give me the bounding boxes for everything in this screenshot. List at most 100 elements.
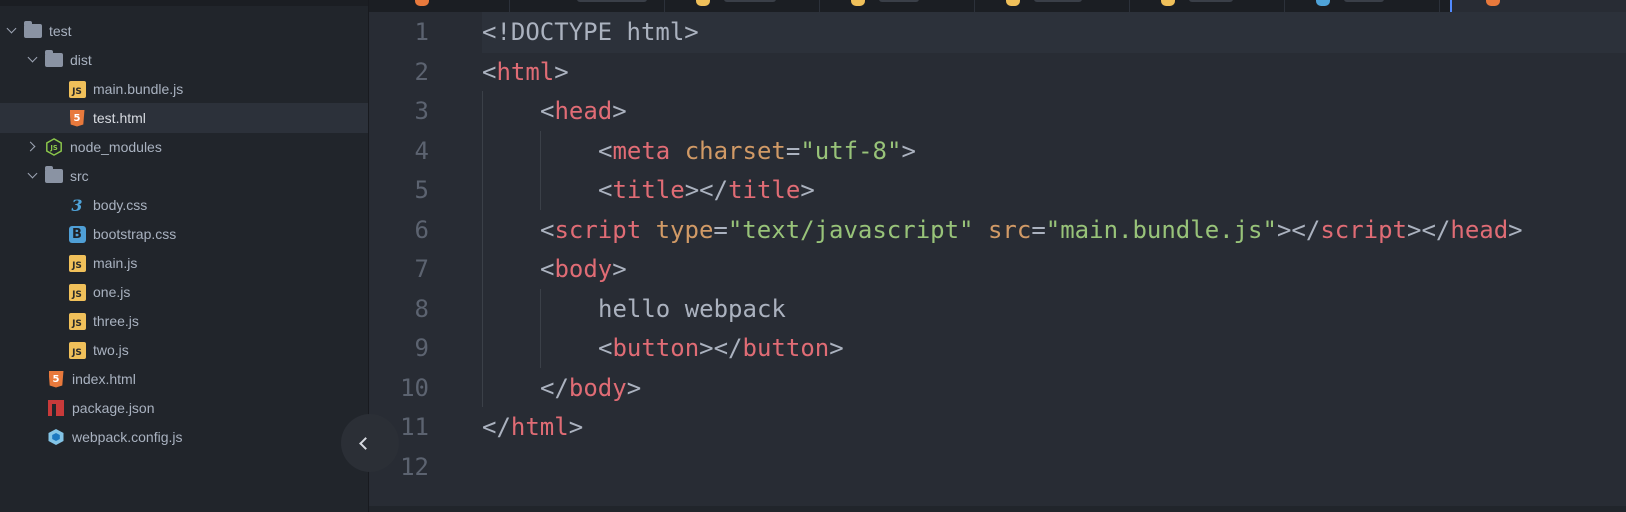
tree-item-label: index.html: [72, 371, 136, 387]
code-token-tag: script: [554, 215, 642, 244]
code-token-str: "main.bundle.js": [1045, 215, 1277, 244]
tree-file-bootstrap-css[interactable]: Bbootstrap.css: [0, 219, 368, 249]
tree-file-body-css[interactable]: 3 body.css: [0, 190, 368, 220]
code-token-str: "text/javascript": [727, 215, 974, 244]
tree-item-label: webpack.config.js: [72, 429, 183, 445]
html5-file-icon: 5: [47, 370, 65, 388]
code-token-punc: [974, 216, 988, 244]
tree-folder-test[interactable]: test: [0, 16, 368, 46]
tree-file-package-json[interactable]: package.json: [0, 393, 368, 423]
code-line[interactable]: <head>: [482, 91, 1626, 132]
chevron-right-icon[interactable]: [25, 140, 39, 154]
code-token-punc: </: [540, 373, 569, 402]
code-token-punc: <: [598, 176, 613, 204]
tree-folder-node-modules[interactable]: JS node_modules: [0, 132, 368, 162]
bootstrap-file-icon: B: [68, 225, 86, 243]
code-line[interactable]: <button></button>: [482, 328, 1626, 369]
tree-file-main-bundle-js[interactable]: JS main.bundle.js: [0, 74, 368, 104]
code-line[interactable]: <!DOCTYPE html>: [482, 12, 1626, 53]
line-number: 3: [414, 97, 429, 125]
folder-icon: [45, 50, 63, 69]
editor-tab[interactable]: [664, 0, 820, 12]
code-token-punc: ></: [684, 176, 729, 204]
code-token-punc: [641, 216, 655, 244]
folder-icon: [45, 166, 63, 185]
tree-item-label: two.js: [93, 342, 129, 358]
code-editor[interactable]: 1 2 3 4 5 6 7 8 9 10 11 12 <!DOCTYPE html> <html> <he…: [369, 12, 1626, 512]
line-number: 8: [414, 294, 429, 323]
code-line[interactable]: [482, 447, 1626, 488]
tree-item-label: node_modules: [70, 139, 162, 155]
line-number: 6: [414, 215, 429, 244]
indent-guide: [540, 288, 541, 368]
line-number: 9: [414, 334, 429, 362]
code-line[interactable]: <meta charset="utf-8">: [482, 131, 1626, 172]
chevron-down-icon[interactable]: [4, 24, 18, 38]
editor-tab[interactable]: [1284, 0, 1440, 12]
code-token-punc: >: [568, 413, 584, 441]
code-token-punc: >: [612, 255, 627, 283]
code-token-tag: meta: [612, 136, 671, 165]
js-file-icon: JS: [68, 341, 86, 359]
line-number: 1: [414, 18, 429, 46]
code-token-punc: <: [598, 136, 613, 165]
editor-tab[interactable]: [369, 0, 510, 12]
code-token-punc: =: [1031, 215, 1046, 244]
code-line[interactable]: <body>: [482, 249, 1626, 290]
code-line[interactable]: hello webpack: [482, 289, 1626, 330]
tree-item-label: src: [70, 168, 89, 184]
tree-item-label: package.json: [72, 400, 155, 416]
collapse-sidebar-button[interactable]: [341, 414, 399, 472]
js-file-icon: [696, 0, 710, 6]
code-token-tag: title: [612, 176, 685, 204]
html5-file-icon: [1486, 0, 1500, 6]
file-tree-panel: test dist JS main.bundle.js 5 test.html JS node…: [0, 0, 369, 512]
tree-item-label: main.bundle.js: [93, 81, 184, 97]
tree-file-webpack-config-js[interactable]: webpack.config.js: [0, 422, 368, 452]
code-token-punc: ></: [1276, 215, 1321, 244]
code-text-area[interactable]: <!DOCTYPE html> <html> <head> <meta charset…: [482, 12, 1626, 512]
tree-item-label: test.html: [93, 110, 146, 126]
line-number: 7: [414, 255, 429, 283]
tab-label-fragment: [1189, 0, 1233, 2]
editor-tab-active[interactable]: [1450, 0, 1626, 12]
code-token-tag: title: [728, 176, 801, 204]
tree-file-two-js[interactable]: JS two.js: [0, 335, 368, 365]
code-line[interactable]: <title></title>: [482, 170, 1626, 211]
tree-file-one-js[interactable]: JS one.js: [0, 277, 368, 307]
editor-tab[interactable]: [819, 0, 975, 12]
code-token-punc: <: [482, 57, 497, 86]
js-file-icon: [1006, 0, 1020, 6]
code-token-attr: src: [987, 215, 1032, 244]
tab-label-fragment: [1034, 0, 1082, 2]
code-token-tag: button: [742, 334, 830, 362]
html5-file-icon: 5: [68, 109, 86, 127]
tab-bar: [369, 0, 1626, 12]
code-line[interactable]: <script type="text/javascript" src="main…: [482, 210, 1626, 251]
code-line[interactable]: </body>: [482, 368, 1626, 409]
tree-file-three-js[interactable]: JS three.js: [0, 306, 368, 336]
css3-file-icon: [1316, 0, 1330, 6]
chevron-down-icon[interactable]: [25, 169, 39, 183]
npm-file-icon: [47, 399, 65, 417]
tree-file-index-html[interactable]: 5 index.html: [0, 364, 368, 394]
chevron-down-icon[interactable]: [25, 53, 39, 67]
tree-folder-dist[interactable]: dist: [0, 45, 368, 75]
tree-file-main-js[interactable]: JS main.js: [0, 248, 368, 278]
webpack-file-icon: [47, 428, 65, 446]
code-token-punc: <!DOCTYPE html>: [482, 18, 699, 46]
line-number: 2: [414, 57, 429, 86]
tab-label-fragment: [1344, 0, 1384, 2]
code-line[interactable]: </html>: [482, 407, 1626, 448]
editor-tab[interactable]: [1129, 0, 1285, 12]
editor-tab[interactable]: [974, 0, 1130, 12]
code-token-punc: =: [785, 136, 801, 165]
tree-folder-src[interactable]: src: [0, 161, 368, 191]
chevron-left-icon: [359, 436, 372, 450]
js-file-icon: JS: [68, 312, 86, 330]
code-line[interactable]: <html>: [482, 52, 1626, 93]
code-token-punc: =: [713, 215, 728, 244]
editor-tab[interactable]: [509, 0, 665, 12]
tree-file-test-html[interactable]: 5 test.html: [0, 103, 368, 133]
code-token-text: hello webpack: [598, 294, 786, 323]
